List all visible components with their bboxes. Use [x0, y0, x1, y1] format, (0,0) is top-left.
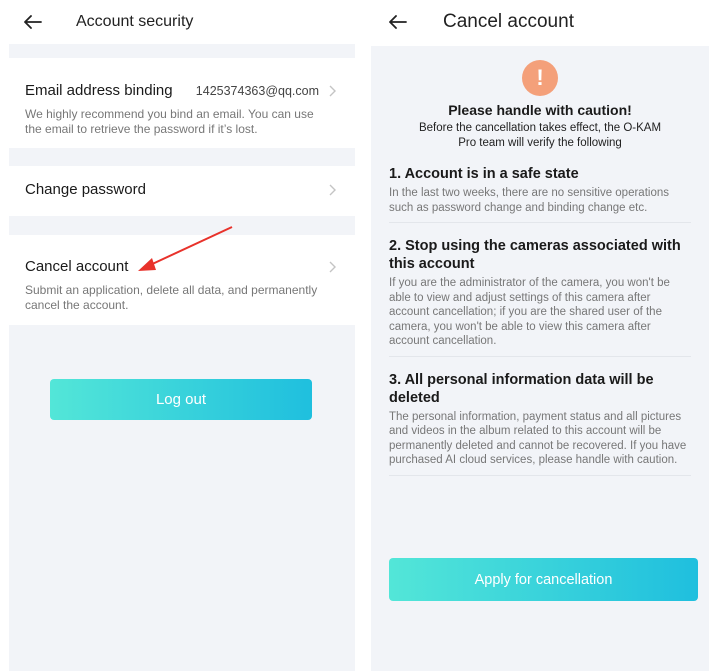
- chevron-right-icon: [329, 260, 339, 274]
- arrow-left-icon[interactable]: [387, 11, 409, 33]
- change-password-row[interactable]: Change password: [9, 166, 355, 216]
- item-title: 3. All personal information data will be…: [389, 371, 654, 406]
- cancel-account-screen: Cancel account ! Please handle with caut…: [371, 0, 709, 671]
- item-description: In the last two weeks, there are no sens…: [389, 187, 669, 214]
- verification-item: 2. Stop using the cameras associated wit…: [389, 237, 691, 357]
- cancellation-info-card: ! Please handle with caution! Before the…: [371, 46, 709, 671]
- caution-subtext: Before the cancellation takes effect, th…: [418, 122, 662, 149]
- item-title: 2. Stop using the cameras associated wit…: [389, 238, 681, 272]
- page-title: Cancel account: [443, 11, 574, 32]
- header: Account security: [0, 0, 355, 44]
- item-description: If you are the administrator of the came…: [389, 277, 670, 347]
- chevron-right-icon: [329, 183, 339, 197]
- verification-item: 3. All personal information data will be…: [389, 371, 691, 476]
- page-title: Account security: [76, 13, 194, 30]
- cancel-account-description: Submit an application, delete all data, …: [25, 283, 318, 312]
- item-description: The personal information, payment status…: [389, 410, 687, 467]
- apply-cancellation-button[interactable]: Apply for cancellation: [389, 558, 698, 601]
- caution-heading: Please handle with caution!: [448, 102, 632, 118]
- item-title: 1. Account is in a safe state: [389, 166, 579, 182]
- email-value: 1425374363@qq.com: [195, 83, 319, 98]
- cancel-account-row[interactable]: Cancel account Submit an application, de…: [9, 235, 355, 325]
- verification-item: 1. Account is in a safe state In the las…: [389, 165, 691, 223]
- header: Cancel account: [371, 0, 709, 44]
- account-security-screen: Account security Email address binding 1…: [0, 0, 355, 671]
- cancel-account-title: Cancel account: [25, 258, 129, 275]
- email-binding-description: We highly recommend you bind an email. Y…: [25, 107, 314, 136]
- warning-icon: !: [522, 60, 558, 96]
- chevron-right-icon: [329, 84, 339, 98]
- email-binding-row[interactable]: Email address binding 1425374363@qq.com …: [9, 58, 355, 148]
- logout-button[interactable]: Log out: [50, 379, 312, 420]
- email-binding-title: Email address binding: [25, 82, 173, 99]
- arrow-left-icon[interactable]: [22, 11, 44, 33]
- change-password-title: Change password: [25, 181, 146, 198]
